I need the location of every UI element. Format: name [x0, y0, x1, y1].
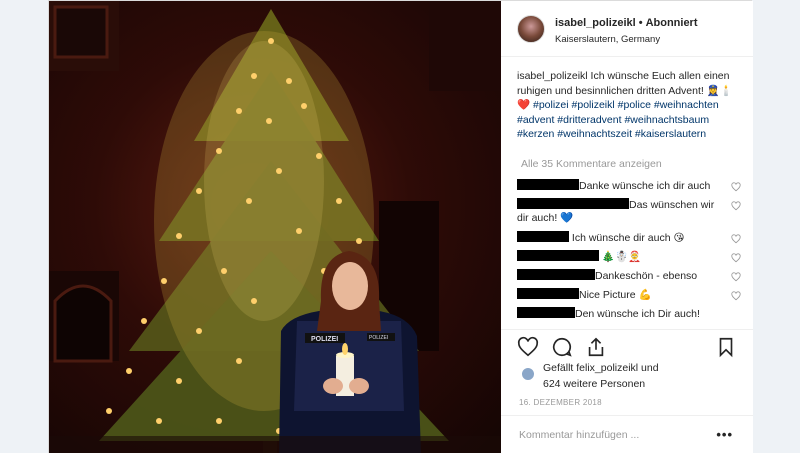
redacted-username [517, 288, 579, 299]
liker-avatar[interactable] [521, 367, 535, 381]
likes-line-1[interactable]: Gefällt felix_polizeikl und [543, 362, 659, 374]
hashtag-polizei[interactable]: #polizei [533, 99, 569, 111]
post-photo[interactable]: POLIZEI POLIZEI [49, 1, 501, 453]
hashtag-polizeikl[interactable]: #polizeikl [572, 99, 615, 111]
comment-item: Den wünsche ich Dir auch! [517, 307, 747, 321]
action-bar [501, 329, 753, 363]
location-link[interactable]: Kaiserslautern, Germany [555, 34, 660, 45]
comment-item: Dankeschön - ebenso [517, 269, 747, 283]
browser-margin-right [752, 0, 800, 453]
hashtag-police[interactable]: #police [618, 99, 651, 111]
comment-text: Danke wünsche ich dir auch [579, 180, 711, 192]
hashtag-dritteradvent[interactable]: #dritteradvent [557, 114, 621, 126]
hashtag-weihnachtszeit[interactable]: #weihnachtszeit [557, 128, 632, 140]
likes-line-2[interactable]: 624 weitere Personen [543, 378, 645, 390]
vest-label-small: POLIZEI [369, 335, 388, 341]
post-header: isabel_polizeikl • Abonniert Kaiserslauter… [501, 1, 753, 57]
hashtag-advent[interactable]: #advent [517, 114, 554, 126]
profile-avatar[interactable] [517, 15, 545, 43]
comment-item: 🎄☃️🤶 [517, 250, 747, 264]
add-comment-bar: Kommentar hinzufügen ... ••• [501, 415, 753, 453]
caption-username[interactable]: isabel_polizeikl [517, 70, 588, 82]
hashtag-kaiserslautern[interactable]: #kaiserslautern [635, 128, 706, 140]
redacted-username [517, 179, 579, 190]
comment-item: Das wünschen wir dir auch! 💙 [517, 198, 747, 225]
comment-item: Danke wünsche ich dir auch [517, 179, 747, 193]
bookmark-icon[interactable] [715, 336, 737, 358]
comment-like-heart-icon[interactable] [731, 201, 741, 211]
comment-item: Ich wünsche dir auch 😘 [517, 231, 747, 245]
comment-text: Den wünsche ich Dir auch! [575, 308, 700, 320]
comment-text: 🎄☃️🤶 [599, 251, 642, 263]
redacted-username [517, 307, 575, 318]
comment-text: Dankeschön - ebenso [595, 270, 698, 282]
comment-like-heart-icon[interactable] [731, 272, 741, 282]
comments-list: Danke wünsche ich dir auch Das wünschen … [517, 179, 747, 321]
comment-like-heart-icon[interactable] [731, 291, 741, 301]
header-user-line: isabel_polizeikl • Abonniert [555, 17, 698, 29]
hashtag-weihnachten[interactable]: #weihnachten [654, 99, 719, 111]
follow-status-button[interactable]: Abonniert [646, 17, 698, 29]
comment-text: Ich wünsche dir auch 😘 [569, 232, 685, 244]
comment-text: Nice Picture 💪 [579, 289, 652, 301]
add-comment-input[interactable]: Kommentar hinzufügen ... [519, 429, 639, 441]
vest-label: POLIZEI [311, 336, 338, 343]
comment-like-heart-icon[interactable] [731, 234, 741, 244]
redacted-username [517, 250, 599, 261]
redacted-username [517, 231, 569, 242]
share-icon[interactable] [585, 336, 607, 358]
comment-item: Nice Picture 💪 [517, 288, 747, 302]
post-side-panel: isabel_polizeikl • Abonniert Kaiserslauter… [501, 1, 753, 453]
hashtag-kerzen[interactable]: #kerzen [517, 128, 554, 140]
christmas-tree-photo: POLIZEI POLIZEI [49, 1, 501, 453]
redacted-username [517, 198, 629, 209]
browser-margin-left [0, 0, 48, 453]
header-separator: • [638, 17, 643, 29]
hashtag-weihnachtsbaum[interactable]: #weihnachtsbaum [624, 114, 709, 126]
instagram-post: POLIZEI POLIZEI isabel_polizeikl • Abonnie… [48, 0, 753, 453]
comment-bubble-icon[interactable] [551, 336, 573, 358]
comment-like-heart-icon[interactable] [731, 253, 741, 263]
more-options-icon[interactable]: ••• [716, 427, 733, 442]
redacted-username [517, 269, 595, 280]
username-link[interactable]: isabel_polizeikl [555, 17, 636, 29]
post-date: 16. DEZEMBER 2018 [519, 398, 602, 407]
view-all-comments-link[interactable]: Alle 35 Kommentare anzeigen [521, 158, 662, 170]
comment-like-heart-icon[interactable] [731, 182, 741, 192]
post-caption: isabel_polizeikl Ich wünsche Euch allen … [517, 69, 743, 142]
like-heart-icon[interactable] [517, 336, 539, 358]
